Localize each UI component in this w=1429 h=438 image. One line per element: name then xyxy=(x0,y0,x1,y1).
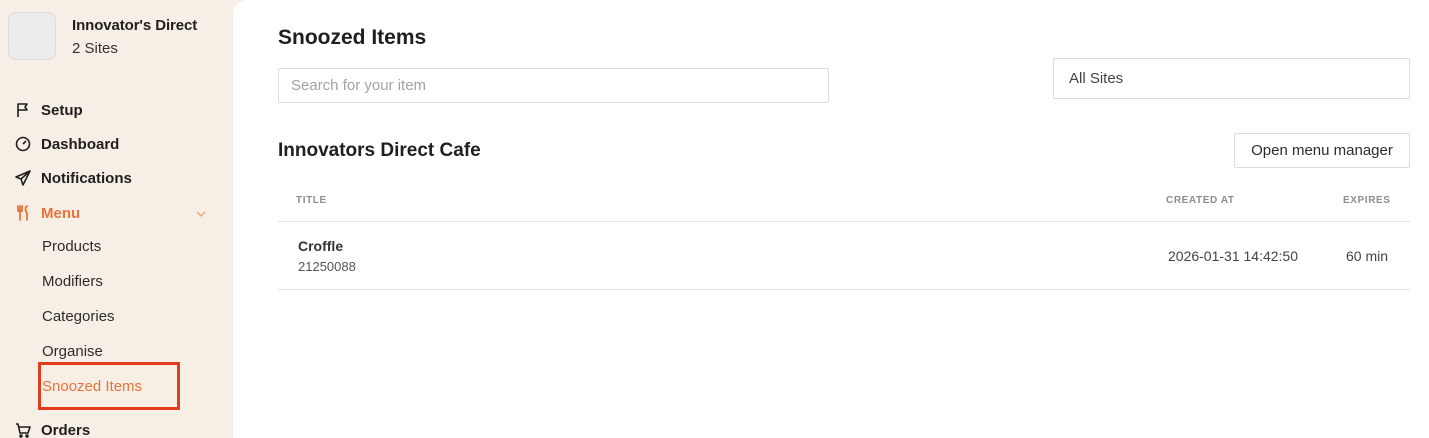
sidebar-item-dashboard[interactable]: Dashboard xyxy=(14,135,119,153)
sidebar-item-setup[interactable]: Setup xyxy=(14,101,83,119)
site-filter-value: All Sites xyxy=(1069,70,1124,87)
sidebar-item-notifications[interactable]: Notifications xyxy=(14,169,132,187)
page-title: Snoozed Items xyxy=(278,26,427,49)
sidebar-item-label: Notifications xyxy=(41,169,132,187)
sidebar-subitem-organise[interactable]: Organise xyxy=(42,343,103,360)
org-sites-count: 2 Sites xyxy=(72,40,118,57)
send-icon xyxy=(14,169,32,187)
column-header-created-at[interactable]: CREATED AT xyxy=(1166,195,1235,206)
item-id: 21250088 xyxy=(298,259,356,274)
sidebar-item-label: Orders xyxy=(41,421,91,438)
search-input[interactable] xyxy=(278,68,829,103)
sidebar-item-label: Menu xyxy=(41,204,81,222)
sidebar: Innovator's Direct 2 Sites Setup Dashboa… xyxy=(0,0,233,438)
sidebar-subitem-products[interactable]: Products xyxy=(42,238,101,255)
item-title: Croffle xyxy=(298,238,344,254)
table-header-divider xyxy=(278,221,1410,222)
column-header-expires[interactable]: EXPIRES xyxy=(1343,195,1391,206)
site-filter-select[interactable]: All Sites xyxy=(1053,58,1410,99)
item-created-at: 2026-01-31 14:42:50 xyxy=(1168,248,1298,264)
sidebar-item-orders[interactable]: Orders xyxy=(14,421,90,438)
sidebar-item-menu[interactable]: Menu xyxy=(14,204,80,222)
dashboard-gauge-icon xyxy=(14,135,32,153)
org-avatar xyxy=(8,12,56,60)
section-title: Innovators Direct Cafe xyxy=(278,140,481,161)
sidebar-subitem-categories[interactable]: Categories xyxy=(42,308,115,325)
open-menu-manager-button[interactable]: Open menu manager xyxy=(1234,133,1410,168)
org-name: Innovator's Direct xyxy=(72,17,198,34)
column-header-title[interactable]: TITLE xyxy=(296,195,327,206)
highlight-annotation-box xyxy=(38,362,180,410)
chevron-down-icon[interactable] xyxy=(195,207,207,219)
item-expires: 60 min xyxy=(1346,248,1389,264)
utensils-icon xyxy=(14,204,32,222)
sidebar-item-label: Dashboard xyxy=(41,135,120,153)
table-row-divider xyxy=(278,289,1410,290)
org-switcher[interactable]: Innovator's Direct 2 Sites xyxy=(8,12,197,60)
main-content: Snoozed Items All Sites Innovators Direc… xyxy=(233,0,1429,438)
cart-icon xyxy=(14,421,32,438)
flag-icon xyxy=(14,101,32,119)
sidebar-item-label: Setup xyxy=(41,101,83,119)
sidebar-subitem-modifiers[interactable]: Modifiers xyxy=(42,273,103,290)
